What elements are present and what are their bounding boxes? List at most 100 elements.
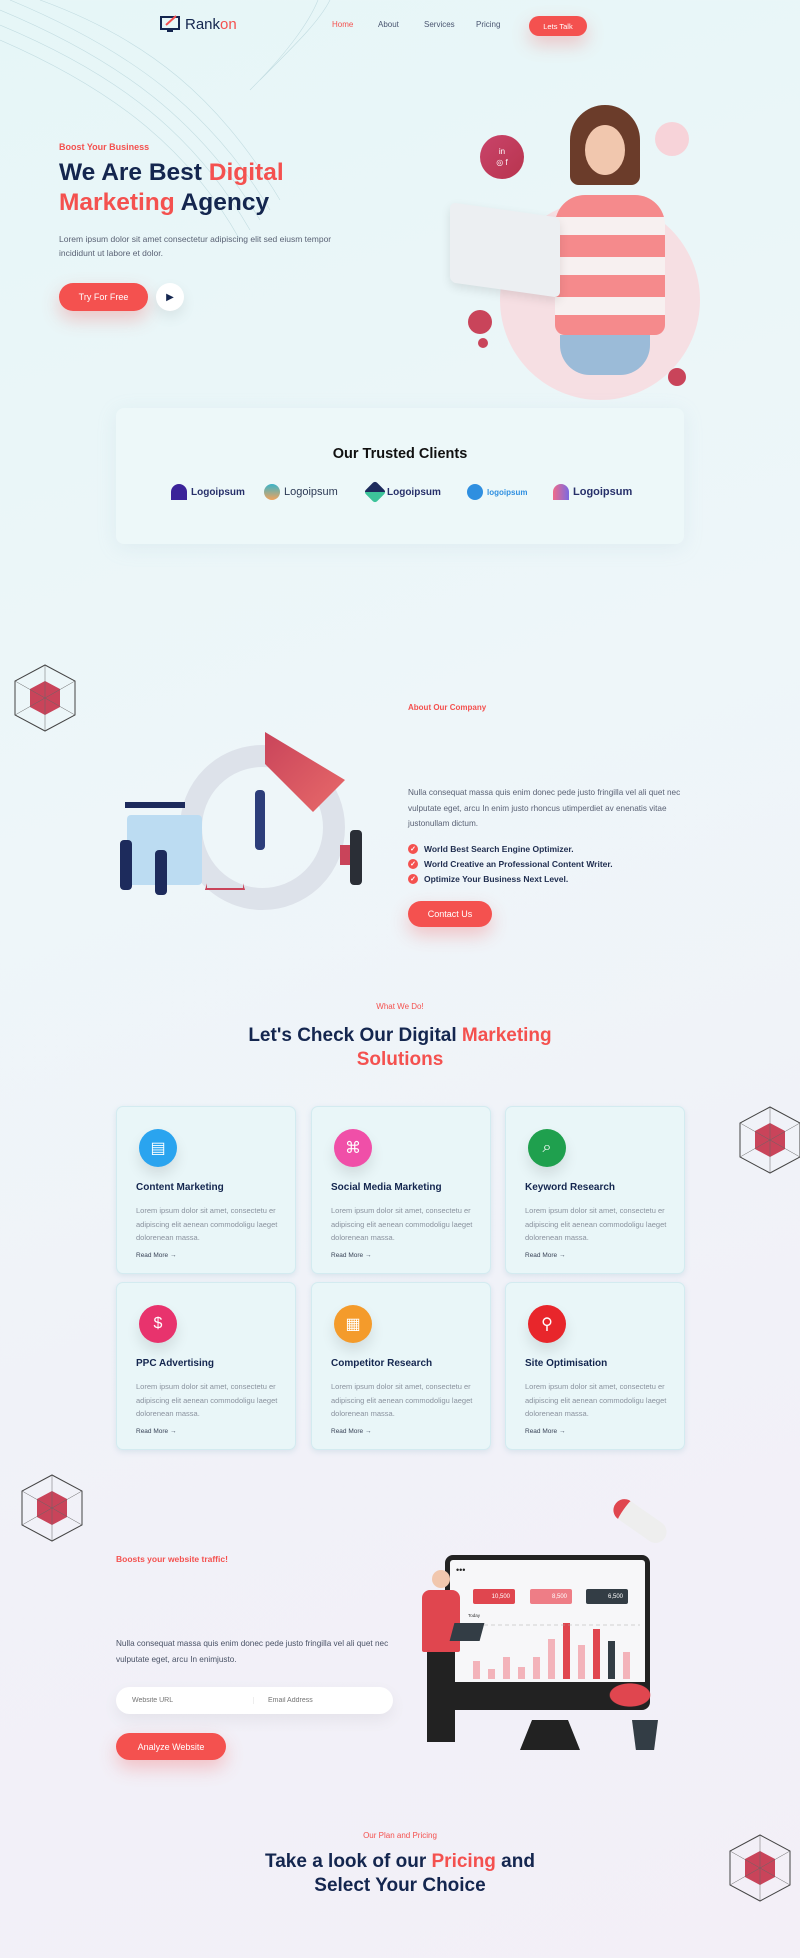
hexagon-cube-decoration: [14, 664, 76, 732]
analyze-form: [116, 1687, 393, 1714]
service-card[interactable]: ⌘ Social Media Marketing Lorem ipsum dol…: [311, 1106, 491, 1274]
about-text: Nulla consequat massa quis enim donec pe…: [408, 788, 681, 828]
pricing-eyebrow: Our Plan and Pricing: [363, 1831, 437, 1840]
social-badge: in ◎ f: [480, 135, 524, 179]
service-title: PPC Advertising: [136, 1358, 214, 1369]
lets-talk-button[interactable]: Lets Talk: [529, 16, 587, 36]
about-illustration: [115, 710, 380, 935]
feature-text: World Best Search Engine Optimizer.: [424, 843, 574, 854]
facebook-icon[interactable]: f: [505, 158, 507, 167]
seo-search-icon: ⌕: [528, 1129, 566, 1167]
hexagon-cube-decoration: [21, 1474, 83, 1542]
nav-pricing[interactable]: Pricing: [476, 20, 500, 29]
service-text: Lorem ipsum dolor sit amet, consectetu e…: [525, 1206, 667, 1242]
instagram-icon[interactable]: ◎: [496, 158, 503, 167]
service-card[interactable]: $ PPC Advertising Lorem ipsum dolor sit …: [116, 1282, 296, 1450]
client-logo: Logoipsum: [363, 480, 441, 504]
stat-badge: 8,500: [530, 1589, 572, 1604]
feature-item: ✓ World Best Search Engine Optimizer.: [408, 841, 613, 856]
try-for-free-button[interactable]: Try For Free: [59, 283, 148, 311]
check-icon: ✓: [408, 843, 418, 854]
brand-name-a: Rank: [185, 15, 221, 33]
title-part: Solutions: [356, 1049, 444, 1070]
client-logo: logoipsum: [467, 484, 527, 500]
service-title: Social Media Marketing: [331, 1182, 442, 1193]
nav-about[interactable]: About: [378, 20, 399, 29]
service-text: Lorem ipsum dolor sit amet, consectetu e…: [331, 1382, 473, 1418]
trusted-clients-card: [116, 408, 684, 544]
play-video-button[interactable]: ▶: [156, 283, 184, 311]
check-icon: ✓: [408, 873, 418, 884]
client-logo-text: Logoipsum: [191, 486, 245, 498]
contact-us-button[interactable]: Contact Us: [408, 901, 492, 927]
client-logo-text: Logoipsum: [387, 486, 441, 498]
title-part: Select Your Choice: [314, 1875, 486, 1896]
brand-logo[interactable]: Rankon: [160, 15, 237, 33]
feature-text: World Creative an Professional Content W…: [424, 858, 613, 869]
service-text: Lorem ipsum dolor sit amet, consectetu e…: [136, 1382, 278, 1418]
title-part: Let's Check Our Digital: [248, 1025, 462, 1046]
service-text: Lorem ipsum dolor sit amet, consectetu e…: [331, 1206, 473, 1242]
client-logo: Logoipsum: [264, 484, 338, 500]
optimisation-icon: ⚲: [528, 1305, 566, 1343]
play-icon: ▶: [166, 291, 174, 303]
service-text: Lorem ipsum dolor sit amet, consectetu e…: [136, 1206, 278, 1242]
client-logo-text: logoipsum: [487, 487, 528, 497]
pricing-title: Take a look of our Pricing and Select Yo…: [0, 1850, 800, 1898]
stat-badge: 6,500: [586, 1589, 628, 1604]
clients-title: Our Trusted Clients: [332, 446, 468, 462]
traffic-text: Nulla consequat massa quis enim donec pe…: [116, 1639, 389, 1664]
service-card[interactable]: ⚲ Site Optimisation Lorem ipsum dolor si…: [505, 1282, 685, 1450]
website-url-input[interactable]: [116, 1697, 253, 1704]
service-text: Lorem ipsum dolor sit amet, consectetu e…: [525, 1382, 667, 1418]
hero-title: We Are Best Digital Marketing Agency: [59, 158, 284, 218]
feature-item: ✓ World Creative an Professional Content …: [408, 856, 613, 871]
nav-home[interactable]: Home: [332, 20, 353, 29]
hexagon-cube-decoration: [739, 1106, 800, 1174]
service-card[interactable]: ⌕ Keyword Research Lorem ipsum dolor sit…: [505, 1106, 685, 1274]
stat-badge: 10,500: [473, 1589, 515, 1604]
client-logo: Logoipsum: [553, 484, 632, 500]
check-icon: ✓: [408, 858, 418, 869]
read-more-link[interactable]: Read More →: [136, 1252, 176, 1259]
client-logo-text: Logoipsum: [573, 486, 633, 498]
content-icon: ▤: [139, 1129, 177, 1167]
about-feature-list: ✓ World Best Search Engine Optimizer. ✓ Wo…: [408, 841, 613, 886]
client-logo-text: Logoipsum: [284, 486, 338, 498]
hero-eyebrow: Boost Your Business: [59, 142, 150, 152]
title-part: Agency: [174, 189, 270, 216]
read-more-link[interactable]: Read More →: [525, 1428, 565, 1435]
service-card[interactable]: ▦ Competitor Research Lorem ipsum dolor …: [311, 1282, 491, 1450]
social-icon: ⌘: [334, 1129, 372, 1167]
analyze-website-button[interactable]: Analyze Website: [116, 1733, 226, 1760]
title-part: Take a look of our: [265, 1851, 432, 1872]
traffic-eyebrow: Boosts your website traffic!: [116, 1554, 228, 1564]
read-more-link[interactable]: Read More →: [331, 1428, 371, 1435]
title-part: and: [495, 1851, 535, 1872]
title-part: Marketing: [461, 1025, 552, 1046]
read-more-link[interactable]: Read More →: [525, 1252, 565, 1259]
email-address-input[interactable]: [253, 1697, 383, 1704]
client-logo: Logoipsum: [171, 484, 245, 500]
title-part: Digital: [208, 159, 284, 186]
linkedin-icon[interactable]: in: [499, 147, 505, 156]
hero-text: Lorem ipsum dolor sit amet consectetur a…: [59, 234, 332, 258]
brand-name-b: on: [220, 15, 237, 33]
monitor-logo-icon: [160, 15, 180, 32]
title-part: Marketing: [59, 189, 175, 216]
title-part: We Are Best: [59, 159, 209, 186]
service-title: Keyword Research: [525, 1182, 616, 1193]
service-title: Competitor Research: [331, 1358, 433, 1369]
service-title: Site Optimisation: [525, 1358, 608, 1369]
about-eyebrow: About Our Company: [408, 703, 487, 712]
hero-image: in ◎ f: [450, 100, 710, 410]
read-more-link[interactable]: Read More →: [136, 1428, 176, 1435]
nav-services[interactable]: Services: [424, 20, 455, 29]
service-card[interactable]: ▤ Content Marketing Lorem ipsum dolor si…: [116, 1106, 296, 1274]
ppc-icon: $: [139, 1305, 177, 1343]
competitor-icon: ▦: [334, 1305, 372, 1343]
service-title: Content Marketing: [136, 1182, 224, 1193]
services-title: Let's Check Our Digital Marketing Soluti…: [0, 1024, 800, 1072]
read-more-link[interactable]: Read More →: [331, 1252, 371, 1259]
services-eyebrow: What We Do!: [376, 1002, 424, 1011]
